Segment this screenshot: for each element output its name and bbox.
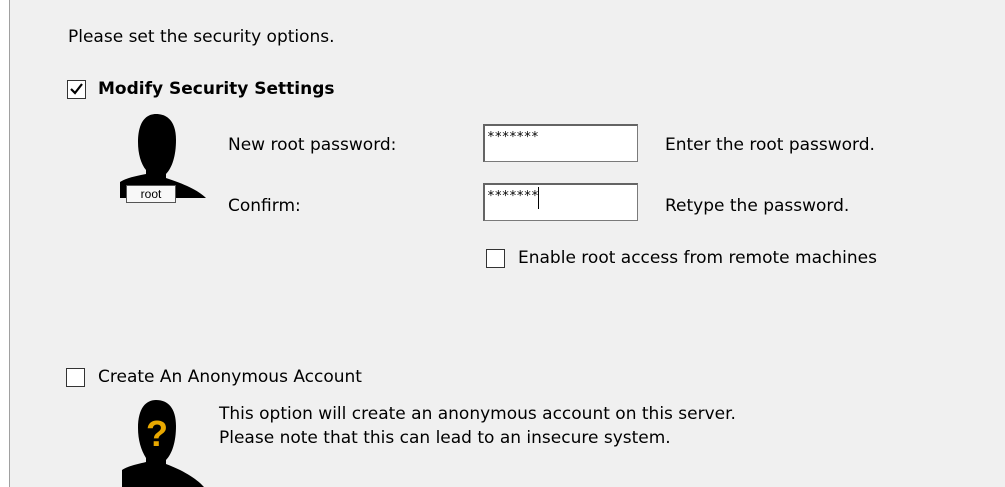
- confirm-hint: Retype the password.: [665, 196, 850, 216]
- new-password-input[interactable]: *******: [483, 124, 638, 162]
- remote-access-label[interactable]: Enable root access from remote machines: [518, 247, 877, 269]
- confirm-password-value: *******: [487, 189, 539, 204]
- checkmark-icon: [70, 83, 83, 95]
- confirm-label: Confirm:: [228, 196, 301, 216]
- anonymous-account-checkbox[interactable]: [66, 368, 85, 387]
- root-badge: root: [126, 185, 176, 203]
- new-password-label: New root password:: [228, 135, 397, 155]
- intro-text: Please set the security options.: [68, 27, 335, 47]
- modify-security-checkbox[interactable]: [67, 80, 86, 99]
- anonymous-description-line1: This option will create an anonymous acc…: [219, 404, 736, 424]
- security-options-panel: Please set the security options. Modify …: [9, 0, 1005, 487]
- text-caret: [538, 187, 540, 209]
- question-mark-glyph: ?: [146, 413, 168, 454]
- modify-security-label[interactable]: Modify Security Settings: [98, 78, 335, 100]
- anonymous-description-line2: Please note that this can lead to an ins…: [219, 428, 671, 448]
- new-password-hint: Enter the root password.: [665, 135, 875, 155]
- new-password-value: *******: [487, 130, 539, 145]
- anonymous-account-label[interactable]: Create An Anonymous Account: [98, 366, 362, 388]
- question-user-icon: ?: [122, 400, 204, 487]
- confirm-password-input[interactable]: *******: [483, 183, 638, 221]
- remote-access-checkbox[interactable]: [486, 249, 505, 268]
